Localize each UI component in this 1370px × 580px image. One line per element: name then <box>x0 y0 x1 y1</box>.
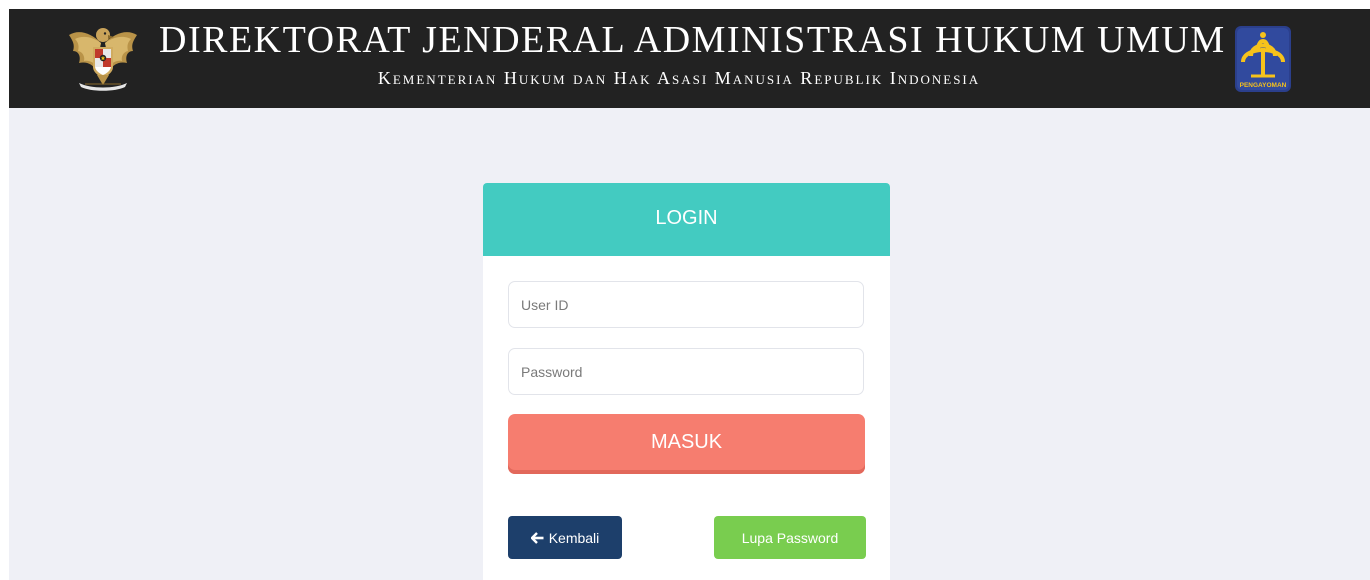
user-id-input[interactable] <box>508 281 864 328</box>
header-subtitle: Kementerian Hukum dan Hak Asasi Manusia … <box>377 68 981 88</box>
header-titles: DIREKTORAT JENDERAL ADMINISTRASI HUKUM U… <box>159 19 1226 91</box>
page: DIREKTORAT JENDERAL ADMINISTRASI HUKUM U… <box>0 0 1370 580</box>
password-input[interactable] <box>508 348 864 395</box>
masuk-button[interactable]: MASUK <box>508 414 865 474</box>
header-title: DIREKTORAT JENDERAL ADMINISTRASI HUKUM U… <box>159 19 1226 61</box>
login-title: LOGIN <box>483 183 890 256</box>
arrow-left-icon <box>530 531 544 544</box>
login-card: LOGIN MASUK Kembali Lupa Password <box>483 183 890 580</box>
kembali-label: Kembali <box>548 529 600 546</box>
pengayoman-logo-icon: PENGAYOMAN <box>1235 26 1291 92</box>
pengayoman-text: PENGAYOMAN <box>1240 82 1287 89</box>
site-header: DIREKTORAT JENDERAL ADMINISTRASI HUKUM U… <box>9 9 1370 108</box>
lupa-password-button[interactable]: Lupa Password <box>714 516 866 559</box>
kembali-button[interactable]: Kembali <box>508 516 622 559</box>
garuda-emblem-icon <box>69 28 137 91</box>
